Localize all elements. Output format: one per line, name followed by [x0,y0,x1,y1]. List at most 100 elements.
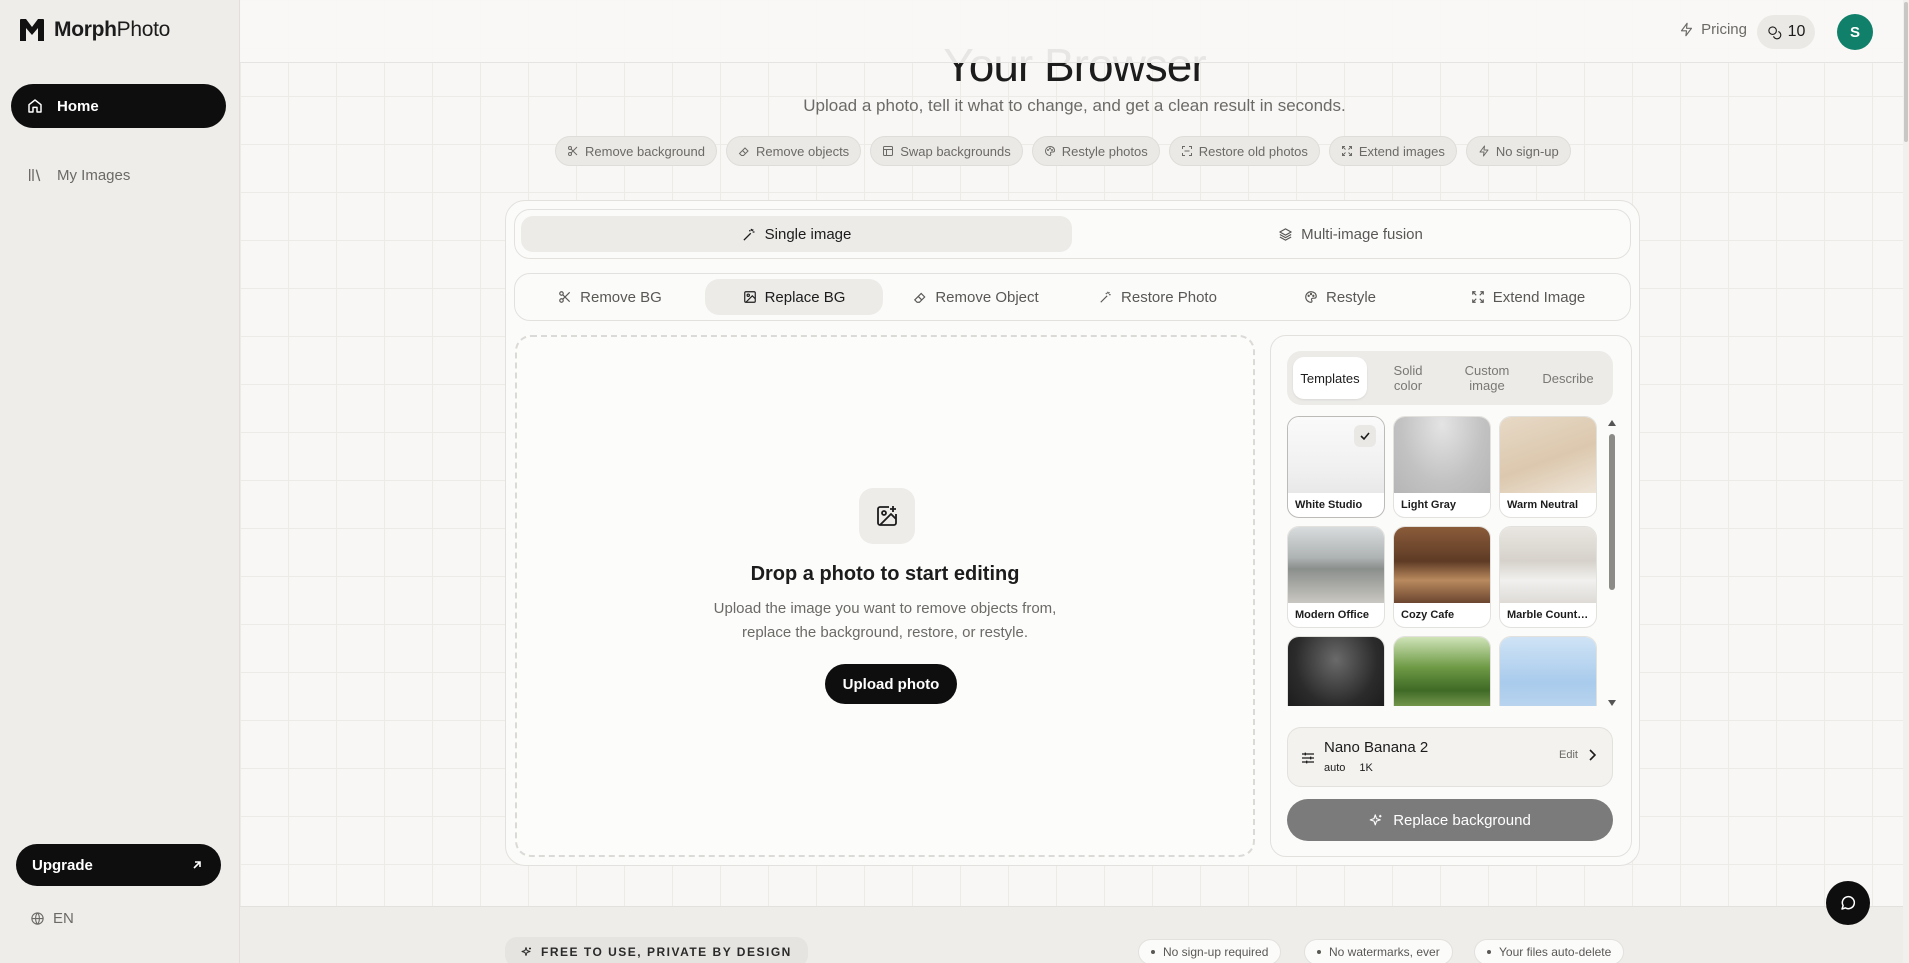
page-scrollbar[interactable] [1903,0,1909,963]
mode-label: Multi-image fusion [1301,225,1423,243]
photo-dropzone[interactable]: Drop a photo to start editing Upload the… [515,335,1255,857]
tab-remove-object[interactable]: Remove Object [887,279,1065,315]
tab-label: Remove BG [580,288,662,306]
template-thumbnail [1394,637,1490,706]
palette-icon [1305,291,1317,303]
replace-background-button[interactable]: Replace background [1287,799,1613,841]
main-content: Your Browser Pricing 10 S Upload a photo… [240,0,1909,963]
background-options-panel: Templates Solid color Custom image Descr… [1270,335,1632,857]
sliders-icon [1302,752,1314,764]
tab-remove-bg[interactable]: Remove BG [525,279,695,315]
footer-pill: No watermarks, ever [1304,939,1453,963]
free-private-badge: FREE TO USE, PRIVATE BY DESIGN [505,937,808,963]
tab-label: Replace BG [764,288,846,306]
tab-label: Remove Object [935,288,1039,306]
template-name: White Studio [1295,499,1363,511]
chip-label: Remove objects [755,143,850,159]
dropzone-title: Drop a photo to start editing [750,563,1020,585]
page-scroll-thumb[interactable] [1904,2,1908,142]
expand-icon [1341,146,1352,156]
sidebar-item-label: Home [57,97,99,115]
feature-chips: Remove background Remove objects Swap ba… [555,136,1571,166]
badge-label: FREE TO USE, PRIVATE BY DESIGN [541,945,792,959]
globe-icon [31,912,44,925]
tab-custom-image[interactable]: Custom image [1450,357,1524,399]
feature-chip: Remove objects [725,136,862,166]
template-light-gray[interactable]: Light Gray [1393,416,1491,518]
scroll-up-icon [1608,420,1616,426]
dropzone-description: Upload the image you want to remove obje… [517,597,1253,645]
sidebar-item-my-images[interactable]: My Images [11,156,226,194]
app-logo[interactable]: MorphPhoto [19,18,170,42]
credits-badge[interactable]: 10 [1757,15,1815,49]
palette-icon [1044,145,1055,157]
home-icon [28,99,42,113]
scroll-thumb[interactable] [1609,434,1615,590]
template-white-studio[interactable]: White Studio [1287,416,1385,518]
layout-icon [883,146,894,156]
eraser-icon [914,292,926,303]
upload-photo-button[interactable]: Upload photo [825,664,957,704]
sidebar-item-label: My Images [57,166,131,184]
layers-icon [1279,227,1292,241]
template-thumbnail [1288,527,1384,603]
image-swap-icon [743,291,756,303]
footer-pill: Your files auto-delete [1474,939,1625,963]
template-name: Cozy Cafe [1401,609,1455,621]
bullet-dot [1151,950,1155,954]
footer-pill: No sign-up required [1138,939,1282,963]
tab-label: Restyle [1325,288,1377,306]
scissors-icon [559,291,571,303]
mode-single-image[interactable]: Single image [521,216,1072,252]
tab-solid-color[interactable]: Solid color [1371,357,1445,399]
chat-button[interactable] [1826,881,1870,925]
template-dark-spotlight[interactable] [1287,636,1385,706]
replace-background-label: Replace background [1393,811,1531,829]
footer-band [240,906,1909,963]
model-edit-link[interactable]: Edit [1559,749,1596,761]
template-name: Marble Countertop [1507,609,1593,621]
tab-templates[interactable]: Templates [1293,357,1367,399]
template-warm-neutral[interactable]: Warm Neutral [1499,416,1597,518]
tab-replace-bg[interactable]: Replace BG [705,279,883,315]
template-modern-office[interactable]: Modern Office [1287,526,1385,628]
template-name: Modern Office [1295,609,1369,621]
upgrade-button[interactable]: Upgrade [16,844,221,886]
template-cozy-cafe[interactable]: Cozy Cafe [1393,526,1491,628]
mode-multi-image-fusion[interactable]: Multi-image fusion [1075,216,1626,252]
mode-switcher: Single image Multi-image fusion [514,209,1631,259]
template-marble-countertop[interactable]: Marble Countertop [1499,526,1597,628]
logo-mark-icon [20,19,44,41]
sidebar-item-home[interactable]: Home [11,84,226,128]
template-garden[interactable] [1393,636,1491,706]
edit-label: Edit [1559,749,1578,761]
tab-label: Solid color [1393,363,1423,393]
language-selector[interactable]: EN [30,910,74,927]
tab-restyle[interactable]: Restyle [1251,279,1429,315]
template-name: Warm Neutral [1507,499,1579,511]
coins-icon [1767,25,1781,39]
tab-describe[interactable]: Describe [1529,357,1607,399]
pricing-link[interactable]: Pricing [1679,21,1747,38]
template-thumbnail [1500,527,1596,603]
feature-chip: No sign-up [1465,136,1571,166]
tab-extend-image[interactable]: Extend Image [1433,279,1623,315]
tool-tabs: Remove BG Replace BG Remove Object Resto… [514,273,1631,321]
bullet-dot [1317,950,1321,954]
bullet-dot [1487,950,1491,954]
bolt-icon [1479,145,1489,157]
tab-restore-photo[interactable]: Restore Photo [1069,279,1247,315]
logo-text: MorphPhoto [54,18,171,41]
feature-chip: Swap backgrounds [870,136,1023,166]
avatar-initial: S [1849,23,1860,41]
model-settings[interactable]: Nano Banana 2 auto 1K Edit [1287,727,1613,787]
template-scrollbar[interactable] [1607,420,1617,706]
feature-chip: Restyle photos [1031,136,1160,166]
template-grid: White Studio Light Gray Warm Neutral Mod… [1287,416,1603,706]
scan-icon [1181,146,1192,156]
model-resolution: 1K [1359,762,1373,774]
template-sky-blue[interactable] [1499,636,1597,706]
template-thumbnail [1394,527,1490,603]
sidebar: MorphPhoto Home My Images Upgrade EN [0,0,240,963]
avatar[interactable]: S [1837,14,1873,50]
